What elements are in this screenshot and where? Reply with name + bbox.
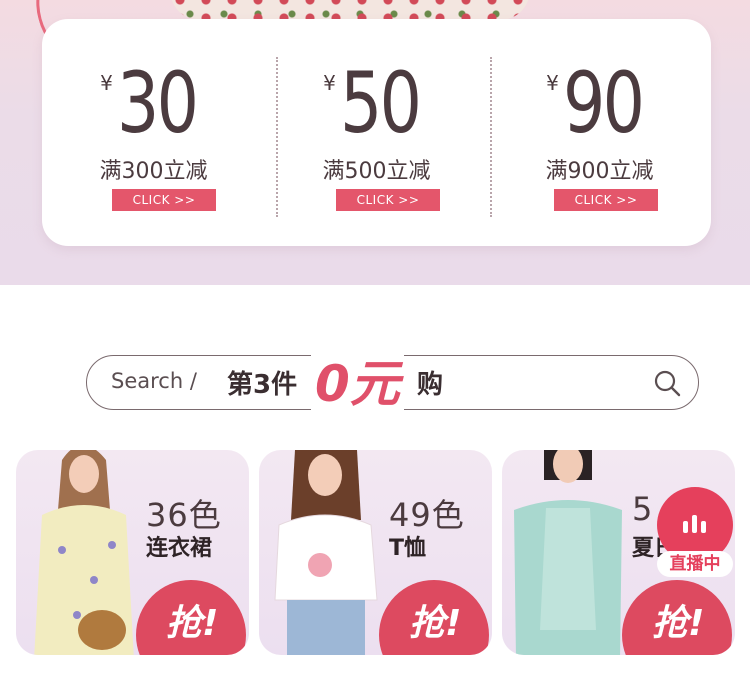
grab-label: 抢! xyxy=(409,603,462,644)
product-card-tshirt[interactable]: 49色 T恤 抢! xyxy=(259,450,492,655)
category-name: T恤 xyxy=(389,536,427,561)
coupon-condition: 满900立减 xyxy=(545,159,654,184)
coupon-click-button[interactable]: CLICK >> xyxy=(336,189,440,211)
coupon-50[interactable]: ¥ 50 满500立减 CLICK >> xyxy=(265,19,488,246)
grab-button[interactable]: 抢! xyxy=(622,580,732,655)
coupon-condition: 满300立减 xyxy=(99,159,208,184)
currency-symbol: ¥ xyxy=(546,71,559,95)
search-label: Search / xyxy=(111,369,197,393)
coupon-click-button[interactable]: CLICK >> xyxy=(112,189,216,211)
grab-button[interactable]: 抢! xyxy=(136,580,246,655)
search-icon[interactable] xyxy=(652,368,682,398)
category-name: 连衣裙 xyxy=(146,536,213,561)
coupon-amount: 30 xyxy=(116,54,199,152)
live-streaming-badge[interactable]: 直播中 xyxy=(657,487,737,582)
coupon-card: ¥ 30 满300立减 CLICK >> ¥ 50 满500立减 CLICK >… xyxy=(42,19,711,246)
coupon-condition: 满500立减 xyxy=(322,159,431,184)
live-label: 直播中 xyxy=(657,551,733,577)
grab-label: 抢! xyxy=(652,603,705,644)
model-image xyxy=(274,450,378,655)
coupon-30[interactable]: ¥ 30 满300立减 CLICK >> xyxy=(42,19,265,246)
model-image xyxy=(514,450,622,655)
search-bar[interactable]: Search / 第3件 0元 购 xyxy=(86,344,699,416)
grab-label: 抢! xyxy=(166,603,219,644)
model-image xyxy=(34,450,134,655)
coupon-amount: 90 xyxy=(562,54,645,152)
promo-suffix: 购 xyxy=(417,370,444,400)
currency-symbol: ¥ xyxy=(100,71,113,95)
promo-highlight: 0元 xyxy=(311,344,404,416)
coupon-90[interactable]: ¥ 90 满900立减 CLICK >> xyxy=(488,19,711,246)
color-count: 5 xyxy=(632,490,654,528)
banner-fabric-image xyxy=(170,0,530,20)
grab-button[interactable]: 抢! xyxy=(379,580,489,655)
coupon-amount: 50 xyxy=(339,54,422,152)
coupon-click-button[interactable]: CLICK >> xyxy=(554,189,658,211)
promo-prefix: 第3件 xyxy=(227,370,298,400)
product-card-dress[interactable]: 36色 连衣裙 抢! xyxy=(16,450,249,655)
coupon-banner: ¥ 30 满300立减 CLICK >> ¥ 50 满500立减 CLICK >… xyxy=(0,0,750,285)
currency-symbol: ¥ xyxy=(323,71,336,95)
bottom-strip xyxy=(0,655,750,685)
